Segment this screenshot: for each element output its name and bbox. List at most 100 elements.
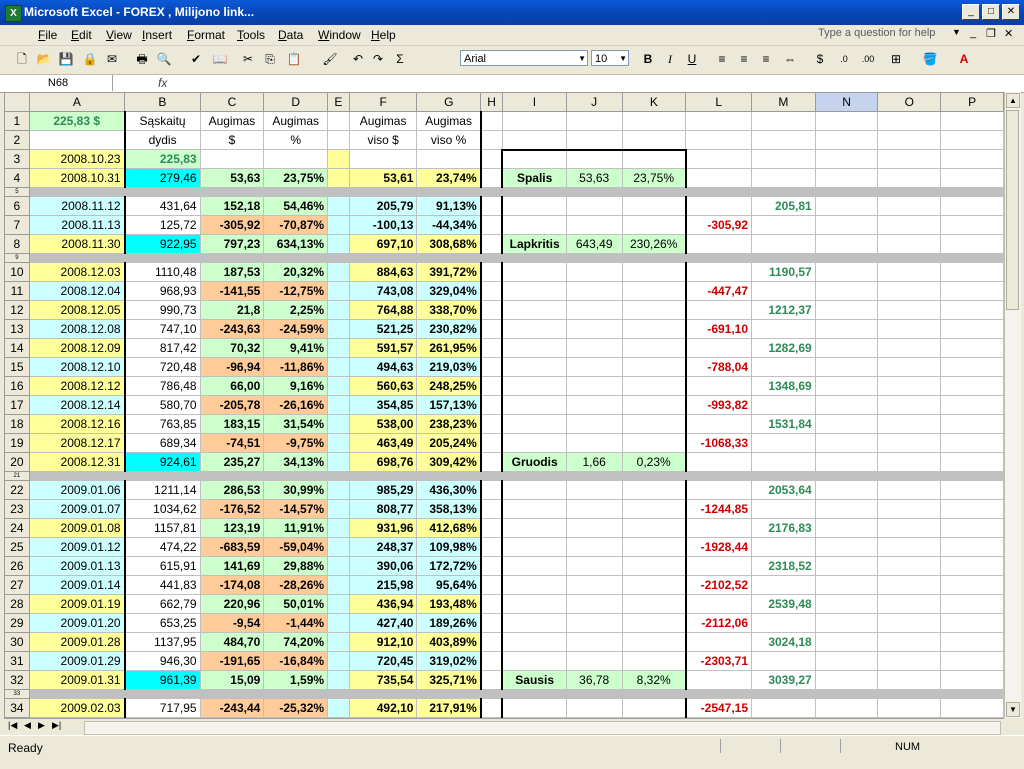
cell-g31[interactable]: 319,02% [416,651,482,671]
cell-n22[interactable] [814,480,879,500]
cell-c9[interactable] [199,253,265,263]
help-search-input[interactable]: Type a question for help [818,27,958,42]
cell-k32[interactable]: 8,32% [621,670,687,690]
row-header[interactable]: 6 [4,196,30,216]
cell-k20[interactable]: 0,23% [621,452,687,472]
cell-j5[interactable] [565,187,623,197]
cell-o19[interactable] [877,433,942,453]
cell-p12[interactable] [940,300,1004,320]
cell-f6[interactable]: 205,79 [348,196,418,216]
cell-g33[interactable] [416,689,482,699]
cell-d33[interactable] [263,689,329,699]
cell-b30[interactable]: 1137,95 [123,632,201,652]
row-header[interactable]: 3 [4,149,30,169]
cell-n20[interactable] [814,452,879,472]
cell-o29[interactable] [877,613,942,633]
cell-p19[interactable] [940,433,1004,453]
cell-d14[interactable]: 9,41% [263,338,329,358]
cell-p7[interactable] [940,215,1004,235]
cell-m19[interactable] [751,433,816,453]
cell-k13[interactable] [621,319,687,339]
cell-j13[interactable] [565,319,623,339]
font-color-icon[interactable]: A [956,51,972,67]
cell-p4[interactable] [940,168,1004,188]
cell-a28[interactable]: 2009.01.19 [28,594,126,614]
cell-n23[interactable] [814,499,879,519]
cell-a13[interactable]: 2008.12.08 [28,319,126,339]
cut-icon[interactable]: ✂ [240,51,256,67]
cell-i26[interactable] [501,556,567,576]
save-icon[interactable]: 💾 [58,51,74,67]
cell-e12[interactable] [327,300,350,320]
cell-a16[interactable]: 2008.12.12 [28,376,126,396]
cell-o28[interactable] [877,594,942,614]
cell-l13[interactable]: -691,10 [685,319,753,339]
cell-f7[interactable]: -100,13 [348,215,418,235]
cell-e29[interactable] [327,613,350,633]
column-header-l[interactable]: L [685,92,753,112]
cell-n3[interactable] [814,149,879,169]
cell-i9[interactable] [501,253,567,263]
cell-i20[interactable]: Gruodis [501,452,567,472]
cell-d13[interactable]: -24,59% [263,319,329,339]
cell-g12[interactable]: 338,70% [416,300,482,320]
cell-j6[interactable] [565,196,623,216]
cell-m2[interactable] [751,130,816,150]
cell-b18[interactable]: 763,85 [123,414,201,434]
cell-i16[interactable] [501,376,567,396]
cell-l26[interactable] [685,556,753,576]
cell-i30[interactable] [501,632,567,652]
cell-p20[interactable] [940,452,1004,472]
cell-b34[interactable]: 717,95 [123,698,201,718]
cell-g17[interactable]: 157,13% [416,395,482,415]
cell-b15[interactable]: 720,48 [123,357,201,377]
cell-o21[interactable] [877,471,942,481]
cell-g24[interactable]: 412,68% [416,518,482,538]
cell-c5[interactable] [199,187,265,197]
cell-h21[interactable] [480,471,503,481]
cell-a29[interactable]: 2009.01.20 [28,613,126,633]
row-header[interactable]: 8 [4,234,30,254]
row-header[interactable]: 15 [4,357,30,377]
cell-k12[interactable] [621,300,687,320]
cell-e3[interactable] [327,149,350,169]
cell-f5[interactable] [348,187,418,197]
cell-e33[interactable] [327,689,350,699]
cell-c11[interactable]: -141,55 [199,281,265,301]
cell-c3[interactable] [199,149,265,169]
align-left-icon[interactable]: ≡ [714,51,730,67]
cell-a33[interactable] [28,689,126,699]
spelling-icon[interactable]: ✔ [188,51,204,67]
cell-c24[interactable]: 123,19 [199,518,265,538]
cell-j11[interactable] [565,281,623,301]
cell-m10[interactable]: 1190,57 [751,262,816,282]
cell-o30[interactable] [877,632,942,652]
cell-m11[interactable] [751,281,816,301]
cell-f27[interactable]: 215,98 [348,575,418,595]
cell-f14[interactable]: 591,57 [348,338,418,358]
cell-e16[interactable] [327,376,350,396]
column-header-p[interactable]: P [940,92,1004,112]
column-header-n[interactable]: N [814,92,879,112]
cell-g10[interactable]: 391,72% [416,262,482,282]
cell-d17[interactable]: -26,16% [263,395,329,415]
scroll-up-icon[interactable]: ▲ [1006,93,1020,108]
cell-j16[interactable] [565,376,623,396]
cell-c6[interactable]: 152,18 [199,196,265,216]
cell-d3[interactable] [263,149,329,169]
cell-h32[interactable] [480,670,503,690]
cell-p14[interactable] [940,338,1004,358]
cell-d28[interactable]: 50,01% [263,594,329,614]
cell-a15[interactable]: 2008.12.10 [28,357,126,377]
cell-o24[interactable] [877,518,942,538]
cell-l33[interactable] [685,689,753,699]
cell-p24[interactable] [940,518,1004,538]
cell-m34[interactable] [751,698,816,718]
cell-h1[interactable] [480,111,503,131]
cell-h7[interactable] [480,215,503,235]
row-header[interactable]: 30 [4,632,30,652]
column-header-i[interactable]: I [501,92,567,112]
cell-m27[interactable] [751,575,816,595]
row-header[interactable]: 27 [4,575,30,595]
cell-o1[interactable] [877,111,942,131]
